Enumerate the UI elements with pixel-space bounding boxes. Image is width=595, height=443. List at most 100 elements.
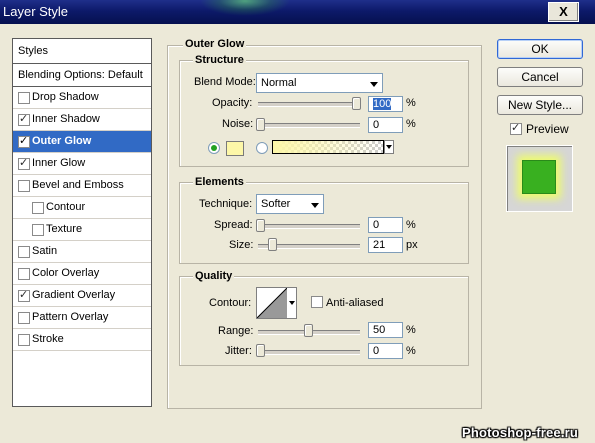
glow-gradient-picker[interactable] [272,140,384,154]
style-item-label: Contour [46,201,86,213]
style-checkbox[interactable] [18,268,30,280]
style-checkbox[interactable] [18,312,30,324]
spread-slider-track[interactable] [258,224,360,229]
style-item-label: Drop Shadow [32,91,99,103]
cancel-button[interactable]: Cancel [497,67,583,87]
style-item-inner-shadow[interactable]: Inner Shadow [13,109,151,131]
style-item-label: Inner Shadow [32,113,100,125]
technique-select[interactable]: Softer [256,194,324,214]
ok-button[interactable]: OK [497,39,583,59]
jitter-input[interactable]: 0 [368,343,403,359]
jitter-unit: % [406,345,416,357]
chevron-down-icon [370,82,378,87]
noise-label: Noise: [222,118,254,130]
spread-unit: % [406,219,416,231]
style-item-label: Satin [32,245,58,257]
styles-list: Styles Blending Options: Default Drop Sh… [12,38,152,407]
style-item-pattern-overlay[interactable]: Pattern Overlay [13,307,151,329]
range-label: Range: [218,325,254,337]
style-checkbox[interactable] [18,180,30,192]
style-item-texture[interactable]: Texture [13,219,151,241]
preview-label: Preview [526,122,569,136]
range-input[interactable]: 50 [368,322,403,338]
style-item-satin[interactable]: Satin [13,241,151,263]
opacity-unit: % [406,97,416,109]
watermark: Photoshop-free.ru [462,425,579,440]
style-item-stroke[interactable]: Stroke [13,329,151,351]
gradient-radio[interactable] [256,142,268,154]
size-unit: px [406,239,418,251]
noise-input[interactable]: 0 [368,117,403,133]
style-preview-thumbnail [522,160,556,194]
spread-input[interactable]: 0 [368,217,403,233]
opacity-slider-thumb[interactable] [352,97,361,110]
style-item-gradient-overlay[interactable]: Gradient Overlay [13,285,151,307]
range-unit: % [406,324,416,336]
style-item-drop-shadow[interactable]: Drop Shadow [13,87,151,109]
style-checkbox[interactable] [18,156,30,170]
solid-color-radio[interactable] [208,142,220,154]
spread-slider-thumb[interactable] [256,219,265,232]
style-item-label: Stroke [32,333,64,345]
noise-slider-track[interactable] [258,123,360,128]
chevron-down-icon [311,203,319,208]
contour-label: Contour: [209,297,252,309]
blend-mode-value: Normal [261,77,297,89]
contour-picker[interactable] [256,287,288,319]
glow-color-swatch[interactable] [226,141,244,156]
blend-mode-select[interactable]: Normal [256,73,383,93]
style-checkbox[interactable] [18,112,30,126]
style-checkbox[interactable] [32,224,44,236]
style-item-label: Pattern Overlay [32,311,109,323]
technique-label: Technique: [199,198,253,210]
contour-dropdown[interactable] [287,287,297,319]
structure-title: Structure [193,54,246,66]
noise-unit: % [406,118,416,130]
title-bar [0,0,595,24]
new-style-button[interactable]: New Style... [497,95,583,115]
style-item-bevel-and-emboss[interactable]: Bevel and Emboss [13,175,151,197]
noise-slider-thumb[interactable] [256,118,265,131]
style-item-outer-glow[interactable]: Outer Glow [13,131,151,153]
chevron-down-icon [289,301,295,305]
size-input[interactable]: 21 [368,237,403,253]
style-item-label: Bevel and Emboss [32,179,124,191]
style-checkbox[interactable] [18,246,30,258]
opacity-input[interactable]: 100 [368,96,403,112]
blending-options-label: Blending Options: Default [18,69,143,81]
style-item-label: Gradient Overlay [32,289,116,301]
jitter-slider-track[interactable] [258,350,360,355]
style-item-label: Color Overlay [32,267,100,279]
quality-title: Quality [193,270,235,282]
styles-header[interactable]: Styles [13,39,151,64]
style-item-label: Texture [46,223,83,235]
size-slider-thumb[interactable] [268,238,277,251]
blend-mode-label: Blend Mode: [194,76,256,88]
style-checkbox[interactable] [18,334,30,346]
size-label: Size: [229,239,254,251]
outer-glow-title: Outer Glow [183,38,247,50]
style-checkbox[interactable] [32,202,44,214]
preview-checkbox[interactable] [510,121,522,135]
window-title: Layer Style [3,4,69,19]
spread-label: Spread: [214,219,253,231]
anti-aliased-checkbox[interactable] [311,296,323,308]
close-button[interactable]: X [548,2,579,22]
blending-options-item[interactable]: Blending Options: Default [13,64,151,87]
opacity-slider-track[interactable] [258,102,360,107]
elements-title: Elements [193,176,246,188]
range-slider-thumb[interactable] [304,324,313,337]
style-checkbox[interactable] [18,92,30,104]
gradient-dropdown[interactable] [384,140,394,154]
technique-value: Softer [261,198,291,210]
style-checkbox[interactable] [18,288,30,302]
style-item-contour[interactable]: Contour [13,197,151,219]
style-item-label: Outer Glow [32,135,92,147]
anti-aliased-label: Anti-aliased [326,297,384,309]
chevron-down-icon [386,145,392,149]
style-item-color-overlay[interactable]: Color Overlay [13,263,151,285]
style-item-inner-glow[interactable]: Inner Glow [13,153,151,175]
style-checkbox[interactable] [18,134,30,148]
style-item-label: Inner Glow [32,157,86,169]
jitter-slider-thumb[interactable] [256,344,265,357]
